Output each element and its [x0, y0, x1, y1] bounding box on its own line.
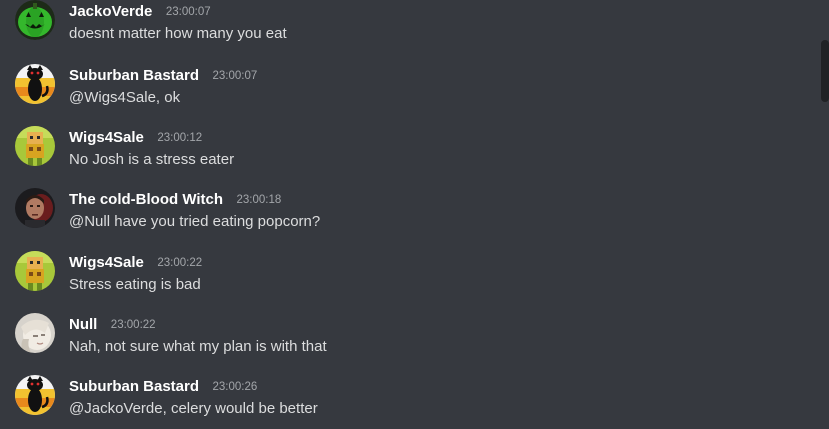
message-text: Nah, not sure what my plan is with that [69, 338, 327, 355]
message-header: Wigs4Sale 23:00:22 [69, 254, 202, 272]
timestamp: 23:00:18 [236, 194, 282, 206]
message: Wigs4Sale 23:00:22 Stress eating is bad [0, 251, 800, 307]
message: Null 23:00:22 Nah, not sure what my plan… [0, 313, 800, 369]
username[interactable]: JackoVerde [69, 3, 152, 20]
pixel-character-avatar-icon[interactable] [15, 126, 55, 166]
scrollbar-thumb[interactable] [821, 40, 829, 102]
message: Suburban Bastard 23:00:07 @Wigs4Sale, ok [0, 64, 800, 120]
black-cat-avatar-icon[interactable] [15, 375, 55, 415]
pixel-character-avatar-icon[interactable] [15, 251, 55, 291]
message: Wigs4Sale 23:00:12 No Josh is a stress e… [0, 126, 800, 182]
username[interactable]: The cold-Blood Witch [69, 191, 223, 208]
timestamp: 23:00:07 [212, 70, 258, 82]
timestamp: 23:00:22 [110, 319, 156, 331]
message-header: JackoVerde 23:00:07 [69, 3, 211, 21]
message-text: @JackoVerde, celery would be better [69, 400, 318, 417]
anime-character-avatar-icon[interactable] [15, 313, 55, 353]
username[interactable]: Wigs4Sale [69, 129, 144, 146]
message-header: Null 23:00:22 [69, 316, 156, 334]
person-portrait-avatar-icon[interactable] [15, 188, 55, 228]
username[interactable]: Suburban Bastard [69, 378, 199, 395]
pumpkin-avatar-icon[interactable] [15, 0, 55, 40]
message-header: Suburban Bastard 23:00:26 [69, 378, 257, 396]
message-text: @Null have you tried eating popcorn? [69, 213, 321, 230]
timestamp: 23:00:12 [157, 132, 203, 144]
message: Suburban Bastard 23:00:26 @JackoVerde, c… [0, 375, 800, 429]
message: The cold-Blood Witch 23:00:18 @Null have… [0, 188, 800, 244]
chat-messages: JackoVerde 23:00:07 doesnt matter how ma… [0, 0, 829, 429]
message-header: Suburban Bastard 23:00:07 [69, 67, 257, 85]
username[interactable]: Wigs4Sale [69, 254, 144, 271]
username[interactable]: Null [69, 316, 97, 333]
timestamp: 23:00:07 [165, 6, 211, 18]
username[interactable]: Suburban Bastard [69, 67, 199, 84]
message-text: No Josh is a stress eater [69, 151, 235, 168]
message-text: @Wigs4Sale, ok [69, 89, 181, 106]
message-text: doesnt matter how many you eat [69, 25, 287, 42]
message-header: Wigs4Sale 23:00:12 [69, 129, 202, 147]
timestamp: 23:00:26 [212, 381, 258, 393]
timestamp: 23:00:22 [157, 257, 203, 269]
message-text: Stress eating is bad [69, 276, 201, 293]
black-cat-avatar-icon[interactable] [15, 64, 55, 104]
message: JackoVerde 23:00:07 doesnt matter how ma… [0, 0, 800, 56]
message-header: The cold-Blood Witch 23:00:18 [69, 191, 281, 209]
